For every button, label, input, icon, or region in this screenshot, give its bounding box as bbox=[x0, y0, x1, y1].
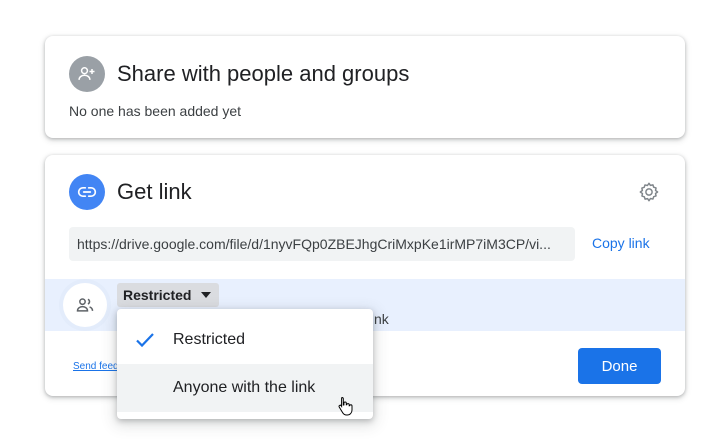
share-title: Share with people and groups bbox=[117, 61, 410, 86]
access-level-value: Restricted bbox=[123, 287, 192, 303]
person-add-icon bbox=[69, 56, 105, 92]
share-people-card: Share with people and groups No one has … bbox=[45, 36, 685, 138]
link-icon bbox=[69, 174, 105, 210]
access-dropdown-menu: Restricted Anyone with the link bbox=[117, 309, 373, 419]
people-icon bbox=[63, 283, 107, 327]
gear-icon[interactable] bbox=[636, 179, 662, 205]
checkmark-icon bbox=[136, 333, 154, 348]
share-url-field[interactable]: https://drive.google.com/file/d/1nyvFQp0… bbox=[69, 227, 575, 261]
hand-cursor-icon bbox=[338, 396, 353, 416]
access-description: nk bbox=[374, 311, 389, 327]
send-feedback-link[interactable]: Send feedback bbox=[73, 361, 117, 372]
menu-item-label: Restricted bbox=[173, 331, 246, 348]
access-level-select[interactable]: Restricted bbox=[117, 283, 220, 307]
menu-item-label: Anyone with the link bbox=[173, 379, 316, 396]
get-link-title: Get link bbox=[117, 179, 192, 204]
menu-item-anyone-with-link[interactable]: Anyone with the link bbox=[117, 364, 373, 412]
menu-item-restricted[interactable]: Restricted bbox=[117, 316, 373, 364]
copy-link-button[interactable]: Copy link bbox=[592, 235, 650, 251]
caret-down-icon bbox=[201, 292, 212, 298]
done-button[interactable]: Done bbox=[578, 348, 661, 384]
empty-share-text: No one has been added yet bbox=[69, 103, 242, 119]
